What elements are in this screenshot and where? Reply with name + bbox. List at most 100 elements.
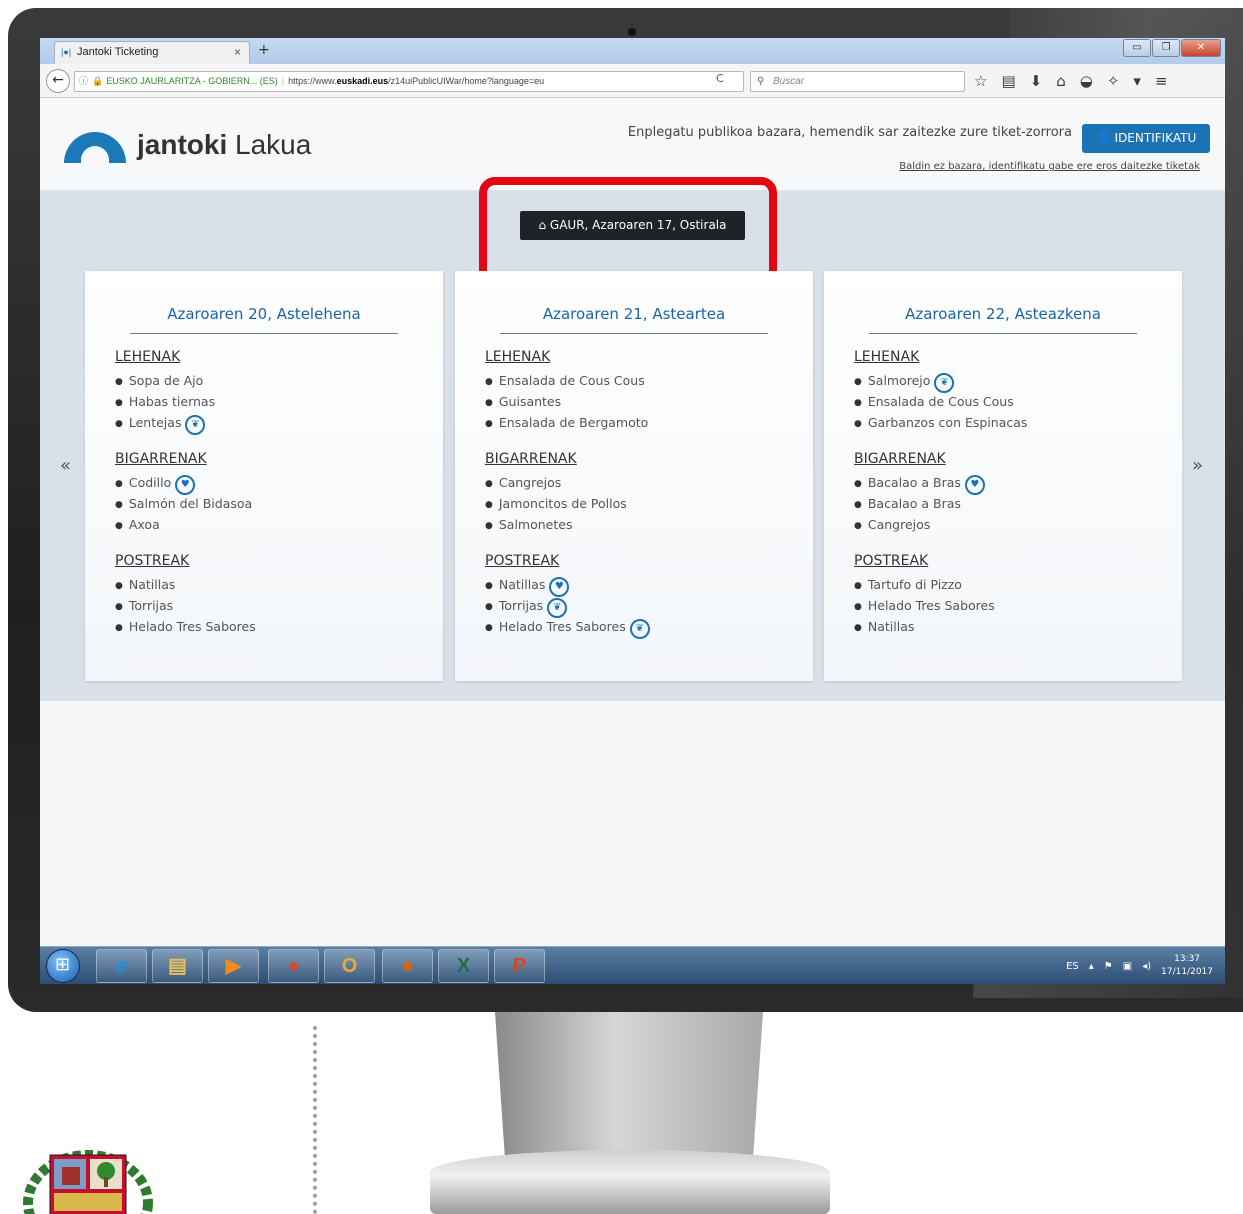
dish-name: Helado Tres Sabores	[867, 598, 995, 613]
heart-badge-icon[interactable]: ♥	[964, 475, 985, 495]
dish-item: ● Ensalada de Cous Cous	[485, 370, 648, 391]
menu-section: LEHENAK ● Sopa de Ajo ● Habas tiernas ● Len…	[115, 349, 215, 435]
bullet-icon: ●	[115, 479, 123, 489]
dish-item: ● Helado Tres Sabores	[854, 595, 995, 616]
start-button[interactable]	[46, 949, 80, 983]
network-icon[interactable]: ▣	[1123, 961, 1132, 972]
section-title: POSTREAK	[854, 553, 929, 569]
day-card: Azaroaren 22, Asteazkena LEHENAK ● Salmor…	[824, 271, 1182, 681]
bullet-icon: ●	[115, 419, 123, 429]
tab-title: Jantoki Ticketing	[77, 46, 159, 58]
language-indicator[interactable]: ES	[1066, 961, 1079, 972]
section-title: LEHENAK	[485, 349, 551, 365]
bullet-icon: ●	[854, 602, 862, 612]
jantoki-logo-icon[interactable]	[64, 132, 126, 163]
dish-item: ● Natillas	[854, 616, 995, 637]
url-path: /z14uiPublicUIWar/home?language=eu	[388, 76, 545, 86]
section-title: BIGARRENAK	[115, 451, 207, 467]
bookmark-star-icon[interactable]: ☆	[974, 72, 987, 90]
excel-icon[interactable]: X	[438, 949, 489, 983]
bullet-icon: ●	[854, 500, 862, 510]
flag-icon[interactable]: ⚑	[1104, 961, 1113, 972]
bullet-icon: ●	[485, 398, 493, 408]
heart-badge-icon[interactable]: ♥	[175, 475, 196, 495]
menu-section: POSTREAK ● Natillas ♥ ● Torrijas ❦ ● Helado T…	[485, 553, 650, 639]
dish-name: Natillas	[498, 577, 546, 592]
bullet-icon: ●	[115, 623, 123, 633]
prev-arrow-icon[interactable]: «	[60, 455, 71, 476]
outlook-icon[interactable]: O	[324, 949, 375, 983]
bullet-icon: ●	[854, 521, 862, 531]
menu-section: POSTREAK ● Tartufo di Pizzo ● Helado Tres …	[854, 553, 995, 637]
browser-tab[interactable]: |●| Jantoki Ticketing ×	[54, 41, 250, 64]
guest-purchase-link[interactable]: Baldin ez bazara, identifikatu gabe ere …	[899, 161, 1200, 172]
new-tab-button[interactable]: +	[258, 42, 270, 58]
back-arrow-icon[interactable]: ←	[46, 69, 70, 93]
section-title: POSTREAK	[115, 553, 190, 569]
media-player-icon[interactable]: ▶	[208, 949, 259, 983]
day-title[interactable]: Azaroaren 20, Astelehena	[130, 305, 398, 334]
dish-item: ● Salmón del Bidasoa	[115, 493, 252, 514]
dish-name: Natillas	[867, 619, 915, 634]
pocket-icon[interactable]: ◒	[1080, 72, 1093, 90]
minimize-button[interactable]: ▭	[1123, 39, 1151, 57]
home-icon[interactable]: ⌂	[1056, 72, 1066, 90]
day-card: Azaroaren 21, Asteartea LEHENAK ● Ensalad…	[455, 271, 813, 681]
powerpoint-icon[interactable]: P	[494, 949, 545, 983]
clock[interactable]: 13:37 17/11/2017	[1161, 953, 1213, 979]
leaf-badge-icon[interactable]: ❦	[934, 373, 955, 393]
day-title[interactable]: Azaroaren 22, Asteazkena	[869, 305, 1137, 334]
dropdown-icon[interactable]: ▾	[1133, 72, 1141, 90]
site-brand[interactable]: jantoki Lakua	[137, 129, 311, 161]
extension-icon[interactable]: ✧	[1107, 72, 1120, 90]
search-input[interactable]: ⚲ Buscar	[750, 71, 965, 92]
section-title: BIGARRENAK	[485, 451, 577, 467]
info-icon[interactable]: ⓘ	[79, 76, 88, 86]
bullet-icon: ●	[485, 521, 493, 531]
day-title[interactable]: Azaroaren 21, Asteartea	[500, 305, 768, 334]
window-controls: ▭ ❐ ✕	[1123, 39, 1221, 57]
maximize-button[interactable]: ❐	[1152, 39, 1180, 57]
bookmarks-list-icon[interactable]: ▤	[1001, 72, 1015, 90]
firefox-icon[interactable]: ●	[382, 949, 433, 983]
dish-name: Torrijas	[128, 598, 174, 613]
dish-name: Ensalada de Bergamoto	[498, 415, 649, 430]
chrome-icon[interactable]: ●	[268, 949, 319, 983]
download-icon[interactable]: ⬇	[1030, 72, 1043, 90]
site-favicon-icon: |●|	[61, 47, 72, 57]
menu-icon[interactable]: ≡	[1155, 72, 1168, 90]
leaf-badge-icon[interactable]: ❦	[185, 415, 206, 435]
close-window-button[interactable]: ✕	[1181, 39, 1221, 57]
menu-section: LEHENAK ● Ensalada de Cous Cous ● Guisante…	[485, 349, 648, 433]
next-arrow-icon[interactable]: »	[1192, 455, 1203, 476]
dish-item: ● Garbanzos con Espinacas	[854, 412, 1027, 433]
login-button[interactable]: 👤 IDENTIFIKATU	[1082, 124, 1210, 153]
heart-badge-icon[interactable]: ♥	[549, 577, 570, 597]
powerpoint-glyph: P	[512, 955, 527, 977]
tray-expand-icon[interactable]: ▴	[1089, 961, 1094, 972]
bullet-icon: ●	[854, 581, 862, 591]
dotted-divider	[313, 1026, 317, 1214]
dish-item: ● Helado Tres Sabores ❦	[485, 616, 650, 639]
chrome-glyph: ●	[287, 955, 300, 977]
bullet-icon: ●	[854, 377, 862, 387]
internet-explorer-icon[interactable]: e	[96, 949, 147, 983]
bullet-icon: ●	[485, 602, 493, 612]
site-identity[interactable]: EUSKO JAURLARITZA - GOBIERN... (ES)	[106, 76, 278, 86]
leaf-badge-icon[interactable]: ❦	[629, 619, 650, 639]
leaf-badge-icon[interactable]: ❦	[547, 598, 568, 618]
section-title: POSTREAK	[485, 553, 560, 569]
file-explorer-icon[interactable]: ▤	[152, 949, 203, 983]
dish-item: ● Guisantes	[485, 391, 648, 412]
reload-icon[interactable]: C	[716, 72, 724, 85]
address-bar[interactable]: ⓘ 🔒 EUSKO JAURLARITZA - GOBIERN... (ES) | ht…	[74, 71, 744, 92]
close-tab-icon[interactable]: ×	[234, 45, 241, 59]
volume-icon[interactable]: ◂)	[1142, 961, 1151, 972]
search-icon: ⚲	[757, 76, 765, 87]
dish-name: Salmorejo	[867, 373, 931, 388]
dish-name: Tartufo di Pizzo	[867, 577, 962, 592]
bullet-icon: ●	[485, 500, 493, 510]
bullet-icon: ●	[115, 398, 123, 408]
bullet-icon: ●	[854, 398, 862, 408]
coat-of-arms-graphic	[23, 1150, 153, 1214]
